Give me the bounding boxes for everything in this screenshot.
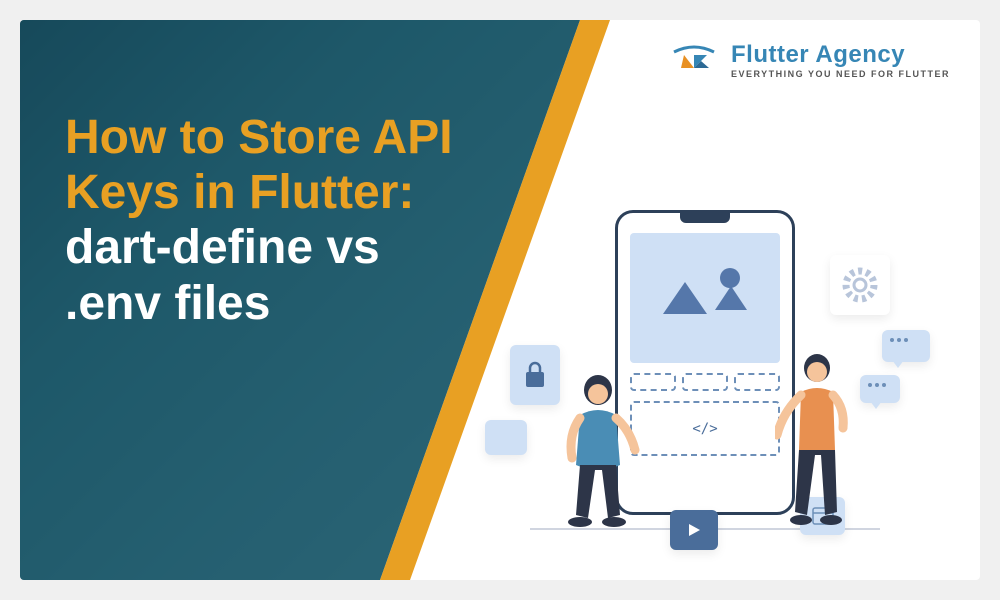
title-line-2: Keys in Flutter: bbox=[65, 165, 505, 220]
title-line-4: .env files bbox=[65, 276, 505, 331]
mountain-icon bbox=[663, 282, 707, 314]
screen-tabs bbox=[630, 373, 780, 391]
phone-screen: </> bbox=[630, 233, 780, 497]
code-block: </> bbox=[630, 401, 780, 456]
image-placeholder-icon bbox=[630, 233, 780, 363]
play-button-icon bbox=[670, 510, 718, 550]
ui-card-icon bbox=[485, 420, 527, 455]
illustration-area: </> bbox=[470, 200, 930, 550]
sun-icon bbox=[720, 268, 740, 288]
person-illustration-left bbox=[550, 370, 650, 530]
phone-notch bbox=[680, 213, 730, 223]
logo-title: Flutter Agency bbox=[731, 41, 950, 69]
title-line-1: How to Store API bbox=[65, 110, 505, 165]
tab-placeholder bbox=[682, 373, 728, 391]
logo-text: Flutter Agency EVERYTHING YOU NEED FOR F… bbox=[731, 41, 950, 79]
title-block: How to Store API Keys in Flutter: dart-d… bbox=[65, 110, 505, 331]
page-container: How to Store API Keys in Flutter: dart-d… bbox=[0, 0, 1000, 600]
chat-bubble-icon bbox=[882, 330, 930, 362]
hero-banner: How to Store API Keys in Flutter: dart-d… bbox=[20, 20, 980, 580]
tab-placeholder bbox=[734, 373, 780, 391]
logo-area: Flutter Agency EVERYTHING YOU NEED FOR F… bbox=[669, 40, 950, 80]
person-illustration-right bbox=[775, 350, 875, 530]
gear-icon bbox=[830, 255, 890, 315]
mountain-icon bbox=[715, 286, 747, 310]
title-line-3: dart-define vs bbox=[65, 220, 505, 275]
flutter-agency-logo-icon bbox=[669, 40, 719, 80]
logo-tagline: EVERYTHING YOU NEED FOR FLUTTER bbox=[731, 69, 950, 79]
